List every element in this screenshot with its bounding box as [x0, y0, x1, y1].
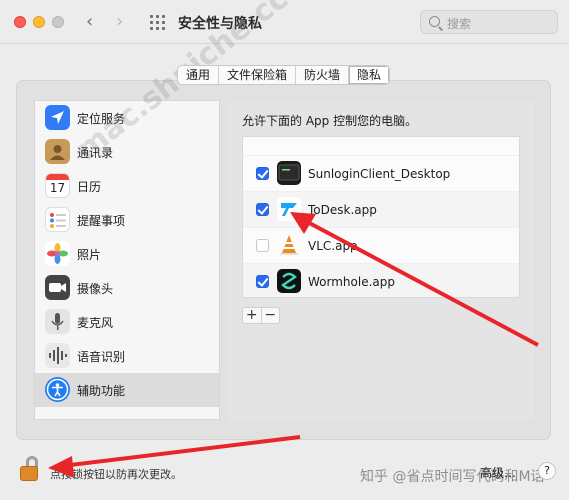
privacy-sidebar[interactable]: 定位服务 通讯录 17 日历 提醒事项 照片 摄像头 麦克风 语音识别 辅助功能 [34, 100, 220, 420]
tab-general[interactable]: 通用 [178, 66, 220, 84]
photos-flower-icon [45, 241, 70, 266]
app-name: Wormhole.app [308, 275, 395, 289]
sidebar-item-label: 麦克风 [77, 316, 114, 330]
help-button[interactable]: ? [538, 462, 556, 480]
vlc-cone-icon [277, 233, 301, 257]
app-name: VLC.app [308, 239, 358, 253]
search-input[interactable]: 搜索 [420, 10, 558, 34]
tab-filevault[interactable]: 文件保险箱 [219, 66, 297, 84]
sidebar-item-label: 语音识别 [77, 350, 126, 364]
sidebar-item-label: 提醒事项 [77, 214, 126, 228]
tab-privacy[interactable]: 隐私 [349, 66, 390, 84]
sunlogin-terminal-icon [277, 161, 301, 185]
sidebar-item-label: 照片 [77, 248, 102, 262]
contacts-book-icon [45, 139, 70, 164]
search-placeholder: 搜索 [447, 17, 472, 31]
close-window-button[interactable] [14, 16, 26, 28]
advanced-button[interactable]: 高级… [480, 464, 516, 481]
list-item [243, 137, 519, 155]
sidebar-item-speech-recognition[interactable]: 语音识别 [35, 339, 219, 373]
location-arrow-icon [45, 105, 70, 130]
app-checkbox[interactable] [256, 275, 269, 288]
remove-app-button[interactable]: − [262, 308, 280, 323]
sidebar-item-photos[interactable]: 照片 [35, 237, 219, 271]
sidebar-item-camera[interactable]: 摄像头 [35, 271, 219, 305]
calendar-icon: 17 [45, 173, 70, 198]
reminders-list-icon [45, 207, 70, 232]
list-item[interactable]: Wormhole.app [243, 263, 519, 297]
zoom-window-button[interactable] [52, 16, 64, 28]
back-chevron-icon[interactable]: ‹ [86, 10, 93, 34]
speech-recognition-icon [45, 343, 70, 368]
minimize-window-button[interactable] [33, 16, 45, 28]
app-checkbox[interactable] [256, 167, 269, 180]
tab-bar: 通用 文件保险箱 防火墙 隐私 [177, 65, 391, 85]
app-name: ToDesk.app [308, 203, 377, 217]
todesk-icon [277, 197, 301, 221]
sidebar-item-accessibility[interactable]: 辅助功能 [35, 373, 219, 407]
camera-icon [45, 275, 70, 300]
sidebar-item-calendar[interactable]: 17 日历 [35, 169, 219, 203]
list-item[interactable]: ToDesk.app [243, 191, 519, 227]
forward-chevron-icon[interactable]: › [116, 10, 123, 34]
sidebar-item-label: 摄像头 [77, 282, 114, 296]
app-name: SunloginClient_Desktop [308, 167, 451, 181]
unlocked-padlock-icon[interactable] [20, 456, 40, 482]
sidebar-item-contacts[interactable]: 通讯录 [35, 135, 219, 169]
sidebar-item-microphone[interactable]: 麦克风 [35, 305, 219, 339]
add-remove-control: + − [242, 307, 280, 324]
app-list[interactable]: SunloginClient_Desktop ToDesk.app VLC.ap… [242, 136, 520, 298]
list-item[interactable]: VLC.app [243, 227, 519, 263]
lock-hint-text: 点按锁按钮以防再次更改。 [50, 468, 182, 481]
zhihu-watermark: 知乎 @省点时间写代码和M话 [360, 469, 545, 485]
microphone-icon [45, 309, 70, 334]
sidebar-item-label: 日历 [77, 180, 102, 194]
tab-firewall[interactable]: 防火墙 [296, 66, 350, 84]
search-icon [429, 16, 440, 27]
show-all-grid-icon[interactable] [150, 15, 166, 31]
calendar-day: 17 [49, 181, 66, 195]
list-item[interactable]: SunloginClient_Desktop [243, 155, 519, 191]
add-app-button[interactable]: + [243, 308, 262, 323]
app-checkbox[interactable] [256, 203, 269, 216]
wormhole-icon [277, 269, 301, 293]
sidebar-item-label: 辅助功能 [77, 384, 126, 398]
accessibility-icon [45, 377, 70, 402]
app-checkbox[interactable] [256, 239, 269, 252]
sidebar-item-reminders[interactable]: 提醒事项 [35, 203, 219, 237]
accessibility-description: 允许下面的 App 控制您的电脑。 [242, 114, 418, 128]
